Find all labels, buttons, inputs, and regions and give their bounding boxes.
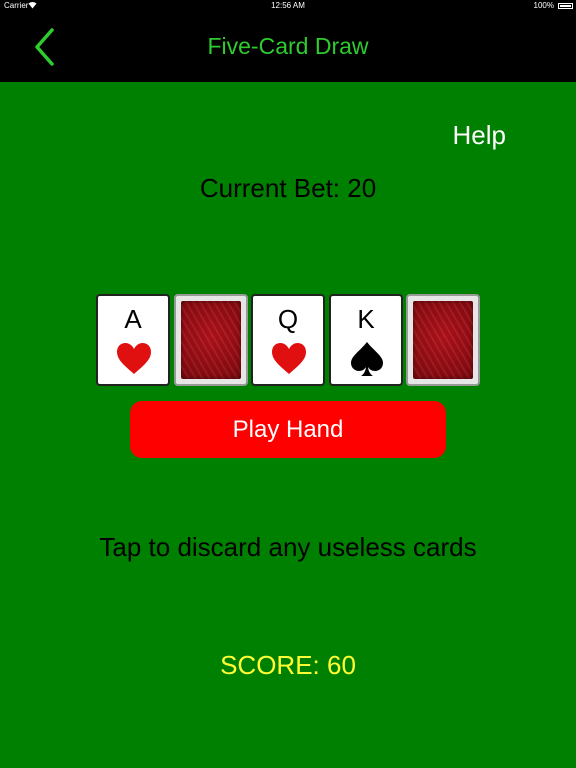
instruction-text: Tap to discard any useless cards [99,532,477,562]
battery-percent: 100% [533,1,554,10]
card-back-pattern [413,301,473,379]
heart-suit-icon [272,343,306,374]
battery-icon [558,3,573,9]
card-5-back[interactable] [406,294,480,386]
nav-bar: Five-Card Draw [0,13,576,82]
score-label: SCORE: 60 [220,650,356,680]
heart-suit-icon [117,343,151,374]
card-rank: Q [277,304,299,334]
spade-suit-icon [351,342,383,376]
card-back-pattern [181,301,241,379]
card-rank: K [357,304,375,334]
help-button[interactable]: Help [453,120,506,151]
status-time: 12:56 AM [271,1,305,10]
status-bar: Carrier 12:56 AM 100% [0,0,576,13]
card-hand: A Q K [96,294,480,386]
card-3[interactable]: Q [251,294,325,386]
card-4[interactable]: K [329,294,403,386]
page-title: Five-Card Draw [207,33,369,59]
card-rank: A [124,304,142,334]
play-hand-button[interactable]: Play Hand [130,401,446,458]
card-2-back[interactable] [174,294,248,386]
current-bet: Current Bet: 20 [199,173,377,203]
card-1[interactable]: A [96,294,170,386]
